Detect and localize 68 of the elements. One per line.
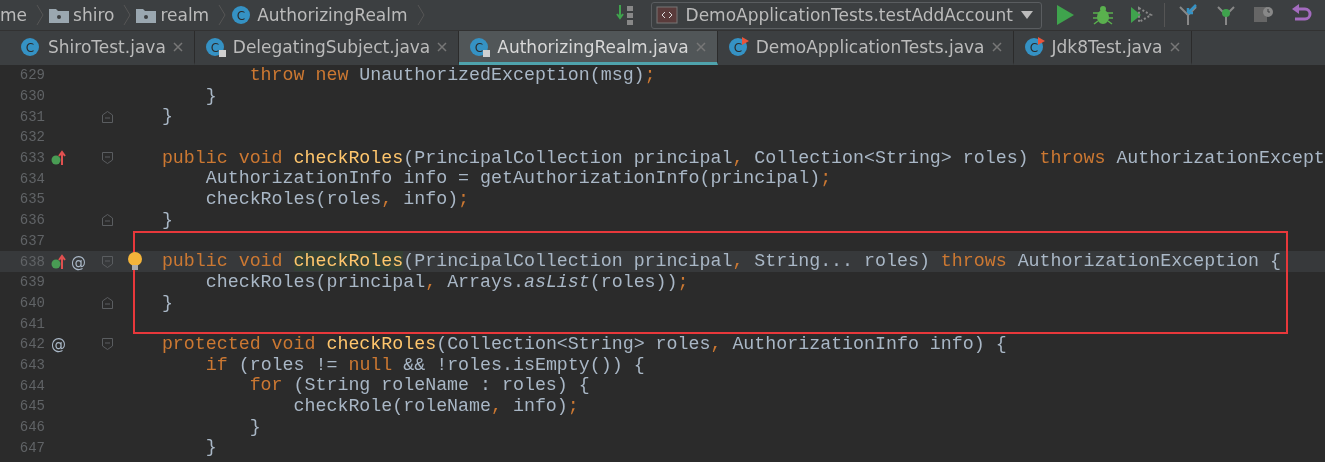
code-line: checkRoles(roles, info); bbox=[204, 189, 470, 210]
close-icon[interactable] bbox=[436, 40, 449, 53]
close-icon[interactable] bbox=[1168, 40, 1181, 53]
line-number: 639 bbox=[18, 274, 45, 291]
line-number: 641 bbox=[18, 315, 45, 332]
line-number: 643 bbox=[18, 356, 45, 373]
code-line: public void checkRoles(PrincipalCollection principal, Collection<String> roles) throws AuthorizationExcept bbox=[160, 147, 1325, 169]
class-icon: C bbox=[727, 35, 750, 58]
bulb-icon[interactable] bbox=[126, 252, 144, 272]
code-line: protected void checkRoles(Collection<String> roles, AuthorizationInfo info) { bbox=[160, 333, 1007, 355]
line-number: 630 bbox=[18, 88, 45, 105]
run-configuration-dropdown[interactable]: DemoApplicationTests.testAddAccount bbox=[650, 1, 1042, 29]
folder-icon bbox=[136, 7, 157, 23]
fold-icon[interactable] bbox=[102, 214, 113, 227]
line-number: 645 bbox=[18, 398, 45, 415]
line-number: 634 bbox=[18, 170, 45, 187]
breadcrumb-item[interactable]: shiro bbox=[69, 5, 119, 25]
line-number: 633 bbox=[18, 150, 45, 167]
code-line: } bbox=[248, 416, 261, 438]
class-icon: C bbox=[204, 35, 227, 58]
close-icon[interactable] bbox=[694, 40, 707, 53]
annotation-marker: @ bbox=[51, 335, 66, 354]
code-line: } bbox=[160, 292, 173, 314]
fold-icon[interactable] bbox=[102, 152, 113, 165]
close-icon[interactable] bbox=[990, 40, 1003, 53]
code-line: checkRole(roleName, info); bbox=[292, 396, 579, 417]
class-icon: C bbox=[20, 35, 42, 58]
code-line: } bbox=[204, 437, 217, 459]
breadcrumb-item[interactable]: me bbox=[0, 5, 32, 25]
code-line: } bbox=[160, 106, 173, 128]
folder-icon bbox=[49, 7, 70, 23]
code-line: } bbox=[160, 209, 173, 231]
chevron-icon bbox=[35, 3, 46, 27]
line-number: 647 bbox=[18, 439, 45, 456]
code-line: if (roles != null && !roles.isEmpty()) { bbox=[204, 354, 645, 376]
code-line: checkRoles(principal, Arrays.asList(roles)); bbox=[204, 271, 689, 293]
chevron-icon bbox=[415, 3, 426, 27]
line-number: 629 bbox=[18, 67, 45, 84]
line-number: 640 bbox=[18, 294, 45, 311]
fold-icon[interactable] bbox=[102, 110, 113, 123]
chevron-icon bbox=[217, 3, 228, 27]
line-number: 644 bbox=[18, 377, 45, 394]
chevron-icon bbox=[122, 3, 133, 27]
editor-tab[interactable]: C AuthorizingRealm.java bbox=[459, 31, 718, 65]
class-icon: C bbox=[469, 35, 492, 58]
fold-icon[interactable] bbox=[102, 296, 113, 309]
line-number: 642 bbox=[18, 336, 45, 353]
override-icon[interactable] bbox=[51, 253, 67, 270]
line-number: 632 bbox=[18, 129, 45, 146]
fold-icon[interactable] bbox=[102, 338, 113, 351]
annotation-marker: @ bbox=[71, 252, 86, 271]
breadcrumb-item[interactable]: AuthorizingRealm bbox=[253, 5, 412, 25]
close-icon[interactable] bbox=[171, 40, 184, 53]
code-line: } bbox=[204, 85, 217, 107]
override-icon[interactable] bbox=[51, 150, 67, 167]
code-line: AuthorizationInfo info = getAuthorizationInfo(principal); bbox=[204, 168, 832, 190]
line-number: 646 bbox=[18, 419, 45, 436]
caret-icon bbox=[1021, 11, 1033, 19]
line-number: 637 bbox=[18, 232, 45, 249]
line-number: 636 bbox=[18, 212, 45, 229]
line-number: 631 bbox=[18, 108, 45, 125]
code-line: for (String roleName : roles) { bbox=[248, 375, 590, 396]
console-icon bbox=[655, 6, 678, 24]
fold-icon[interactable] bbox=[102, 255, 113, 268]
line-number: 635 bbox=[18, 191, 45, 208]
code-line: throw new UnauthorizedException(msg); bbox=[248, 65, 656, 86]
class-icon: C bbox=[1023, 35, 1046, 58]
breadcrumb-item[interactable]: realm bbox=[156, 5, 214, 25]
